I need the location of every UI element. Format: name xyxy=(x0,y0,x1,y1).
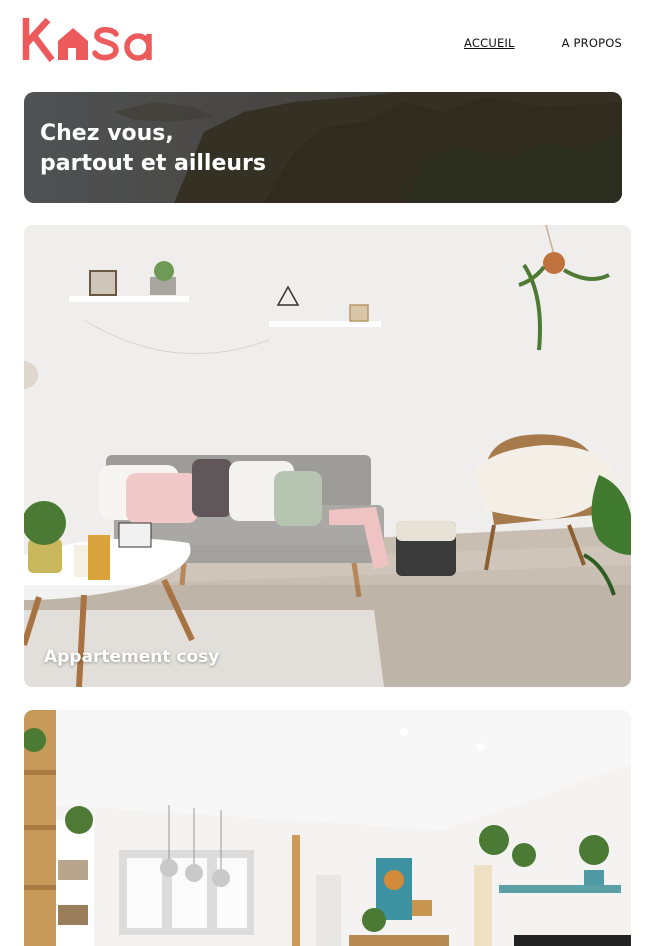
logo-graphic xyxy=(22,17,152,62)
banner-title-line-1: Chez vous, xyxy=(40,121,174,146)
hero-banner: Chez vous, partout et ailleurs xyxy=(24,92,622,203)
nav-link-a-propos[interactable]: A PROPOS xyxy=(562,36,622,50)
listing-card[interactable]: Appartement cosy xyxy=(24,225,631,687)
main-nav: ACCUEIL A PROPOS xyxy=(464,36,622,50)
listing-photo-living-room xyxy=(24,225,631,687)
listing-photo-open-living xyxy=(24,710,631,946)
site-header: ACCUEIL A PROPOS xyxy=(0,0,650,82)
listing-title: Appartement cosy xyxy=(44,647,220,667)
nav-link-accueil[interactable]: ACCUEIL xyxy=(464,36,515,50)
listing-card[interactable] xyxy=(24,710,631,946)
kasa-logo[interactable] xyxy=(22,14,172,66)
banner-title-line-2: partout et ailleurs xyxy=(40,151,267,176)
banner-title: Chez vous, partout et ailleurs xyxy=(40,119,266,179)
